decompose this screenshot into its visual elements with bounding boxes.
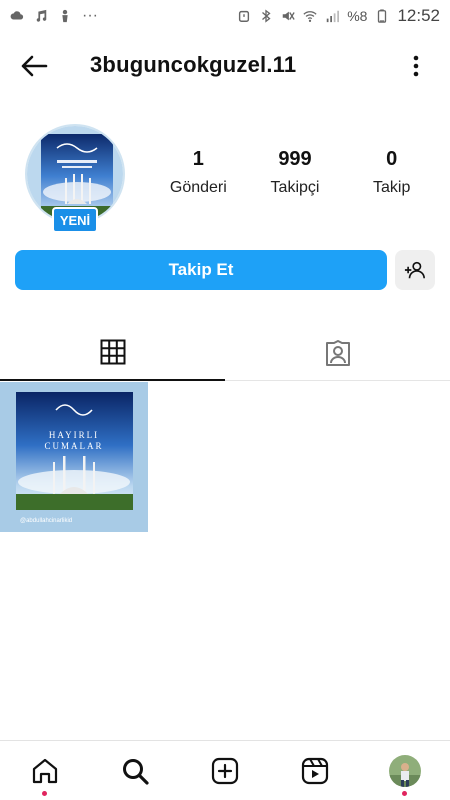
- follow-button[interactable]: Takip Et: [15, 250, 387, 290]
- music-note-icon: [36, 9, 47, 22]
- stat-following[interactable]: 0 Takip: [343, 148, 440, 197]
- profile-notification-dot: [402, 791, 407, 796]
- avatar: [389, 755, 421, 787]
- nav-search[interactable]: [117, 753, 153, 789]
- nav-reels[interactable]: [297, 753, 333, 789]
- profile-avatar-image: [389, 755, 421, 787]
- post-caption-bottom: CUMALAR: [44, 441, 103, 451]
- nav-create[interactable]: [207, 753, 243, 789]
- battery-percent: %8: [347, 8, 368, 24]
- arrow-left-icon[interactable]: [18, 50, 50, 82]
- tagged-person-icon: [325, 340, 350, 366]
- new-badge: YENİ: [52, 207, 98, 233]
- bottom-navigation: [0, 740, 450, 800]
- home-notification-dot: [42, 791, 47, 796]
- nav-home[interactable]: [27, 753, 63, 789]
- alarm-icon: [239, 10, 250, 22]
- post-watermark: @abdullahcinarlikid: [20, 518, 72, 524]
- grid-icon: [100, 339, 125, 365]
- stat-label: Takip: [373, 179, 411, 196]
- tab-posts-grid[interactable]: [0, 325, 225, 381]
- battery-icon: [378, 9, 387, 23]
- signal-icon: [326, 10, 340, 23]
- stat-posts[interactable]: 1 Gönderi: [150, 148, 247, 197]
- home-icon: [32, 758, 58, 784]
- nav-profile[interactable]: [387, 753, 423, 789]
- bluetooth-icon: [262, 9, 271, 23]
- stat-value: 999: [278, 148, 312, 170]
- suggested-users-button[interactable]: [395, 250, 435, 290]
- status-bar: ··· %8 12:52: [0, 0, 450, 32]
- stat-label: Takipçi: [270, 179, 320, 196]
- person-icon: [62, 9, 68, 23]
- cloud-icon: [10, 11, 24, 20]
- page-title: 3buguncokguzel.11: [90, 52, 297, 77]
- post-thumbnail[interactable]: HAYIRLI CUMALAR @abdullahcinarlikid: [0, 382, 148, 532]
- post-caption-top: HAYIRLI: [49, 430, 99, 440]
- add-user-icon: [404, 261, 425, 279]
- profile-header: 3buguncokguzel.11: [0, 40, 450, 90]
- post-image: HAYIRLI CUMALAR @abdullahcinarlikid: [0, 382, 148, 532]
- wifi-icon: [303, 11, 317, 22]
- stat-value: 1: [192, 148, 204, 170]
- reels-icon: [301, 757, 329, 785]
- clock: 12:52: [397, 6, 440, 25]
- stat-label: Gönderi: [169, 179, 227, 196]
- profile-stats: 1 Gönderi 999 Takipçi 0 Takip: [150, 148, 440, 197]
- search-icon: [123, 759, 149, 785]
- profile-tabs: [0, 325, 450, 381]
- stat-followers[interactable]: 999 Takipçi: [247, 148, 344, 197]
- vertical-dots-icon[interactable]: [404, 52, 428, 80]
- mute-icon: [282, 11, 295, 21]
- more-notifications: ···: [82, 7, 98, 24]
- stat-value: 0: [386, 148, 398, 170]
- tab-tagged[interactable]: [225, 325, 450, 381]
- plus-square-icon: [211, 757, 239, 785]
